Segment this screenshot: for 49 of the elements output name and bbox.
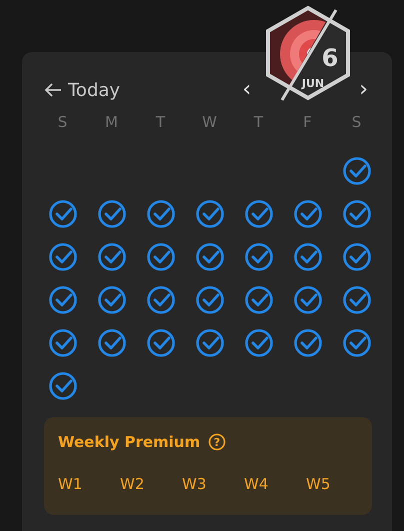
check-circle-icon[interactable] xyxy=(342,328,372,358)
next-month-button[interactable]: › xyxy=(355,79,372,101)
check-circle-icon[interactable] xyxy=(342,242,372,272)
week-label[interactable]: W5 xyxy=(306,475,368,493)
weekday-label: M xyxy=(104,113,119,133)
check-circle-icon[interactable] xyxy=(244,328,274,358)
week-label[interactable]: W1 xyxy=(58,475,120,493)
weekday-label: T xyxy=(252,113,264,133)
previous-month-button[interactable]: ‹ xyxy=(238,79,256,101)
check-circle-icon[interactable] xyxy=(194,285,224,315)
check-circle-icon[interactable] xyxy=(48,242,78,272)
check-circle-icon[interactable] xyxy=(292,199,322,229)
weekday-label: S xyxy=(56,113,68,133)
check-circle-icon[interactable] xyxy=(48,328,78,358)
check-circle-icon[interactable] xyxy=(48,371,78,401)
check-circle-icon[interactable] xyxy=(146,242,176,272)
date-badge-icon: 6 JUN xyxy=(264,4,352,102)
weekday-label: S xyxy=(350,113,362,133)
check-circle-icon[interactable] xyxy=(342,285,372,315)
check-circle-icon[interactable] xyxy=(194,242,224,272)
check-circle-icon[interactable] xyxy=(194,199,224,229)
check-circle-icon[interactable] xyxy=(292,328,322,358)
week-label[interactable]: W2 xyxy=(120,475,182,493)
check-circle-icon[interactable] xyxy=(146,285,176,315)
check-circle-icon[interactable] xyxy=(96,285,126,315)
weekday-label: T xyxy=(154,113,166,133)
weekday-label: F xyxy=(302,113,313,133)
check-circle-icon[interactable] xyxy=(96,328,126,358)
check-circle-icon[interactable] xyxy=(96,242,126,272)
help-icon[interactable]: ? xyxy=(208,433,226,451)
check-circle-icon[interactable] xyxy=(146,328,176,358)
check-circle-icon[interactable] xyxy=(96,199,126,229)
check-circle-icon[interactable] xyxy=(194,328,224,358)
check-circle-icon[interactable] xyxy=(292,285,322,315)
week-label[interactable]: W4 xyxy=(244,475,306,493)
check-circle-icon[interactable] xyxy=(342,199,372,229)
check-circle-icon[interactable] xyxy=(244,242,274,272)
premium-title: Weekly Premium xyxy=(58,433,200,451)
back-arrow-icon xyxy=(44,82,62,98)
week-label[interactable]: W3 xyxy=(182,475,244,493)
today-button[interactable]: Today xyxy=(44,80,120,100)
check-circle-icon[interactable] xyxy=(244,199,274,229)
check-circle-icon[interactable] xyxy=(48,285,78,315)
check-circle-icon[interactable] xyxy=(292,242,322,272)
check-circle-icon[interactable] xyxy=(244,285,274,315)
check-circle-icon[interactable] xyxy=(146,199,176,229)
check-circle-icon[interactable] xyxy=(342,156,372,186)
check-circle-icon[interactable] xyxy=(48,199,78,229)
weekday-label: W xyxy=(201,113,218,133)
